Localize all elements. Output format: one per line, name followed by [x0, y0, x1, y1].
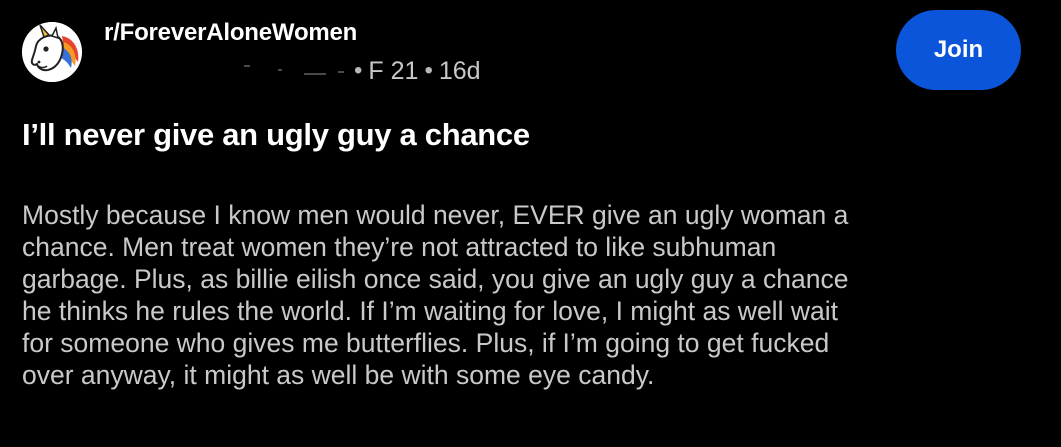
post-body: Mostly because I know men would never, E… — [22, 199, 1022, 391]
post-title[interactable]: I’ll never give an ugly guy a chance — [22, 117, 530, 153]
post-body-line: chance. Men treat women they’re not attr… — [22, 232, 777, 262]
subreddit-name[interactable]: r/ForeverAloneWomen — [104, 19, 357, 47]
subreddit-avatar[interactable] — [22, 22, 82, 82]
post-body-line: he thinks he rules the world. If I’m wai… — [22, 296, 838, 326]
post-body-line: over anyway, it might as well be with so… — [22, 360, 655, 390]
join-button[interactable]: Join — [896, 10, 1021, 90]
unicorn-avatar-icon — [22, 22, 82, 82]
meta-separator: • — [354, 57, 363, 84]
post-age: 16d — [438, 56, 481, 85]
redacted-username — [240, 59, 348, 83]
user-flair: F 21 — [368, 56, 419, 85]
post-body-line: Mostly because I know men would never, E… — [22, 200, 849, 230]
meta-separator: • — [424, 57, 433, 84]
post-body-line: garbage. Plus, as billie eilish once sai… — [22, 264, 849, 294]
post-header: r/ForeverAloneWomen • F 21 • 16d Join — [0, 0, 1061, 100]
post-meta: • F 21 • 16d — [240, 56, 481, 86]
post-body-line: for someone who gives me butterflies. Pl… — [22, 328, 830, 358]
